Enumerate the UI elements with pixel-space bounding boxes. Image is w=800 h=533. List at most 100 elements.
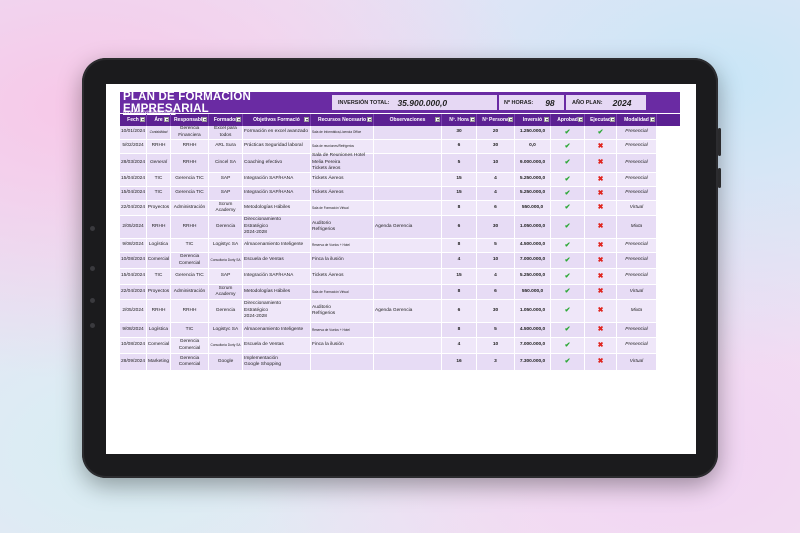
- cell-objetivos[interactable]: Metodologías Hábiles: [243, 285, 311, 300]
- cell-modalidad[interactable]: Presencial: [617, 323, 657, 338]
- cell-horas[interactable]: 6: [442, 300, 477, 323]
- filter-dropdown-icon[interactable]: [140, 117, 145, 122]
- cell-area[interactable]: RRHH: [147, 300, 171, 323]
- cell-ejecutado[interactable]: ✖: [585, 323, 617, 338]
- cell-objetivos[interactable]: Direccionamiento Estratégico 2024-2028: [243, 300, 311, 323]
- filter-dropdown-icon[interactable]: [650, 117, 655, 122]
- cell-aprobado[interactable]: ✔: [551, 285, 585, 300]
- cell-objetivos[interactable]: Integración SAP/HANA: [243, 269, 311, 285]
- cell-formador[interactable]: SAP: [209, 269, 243, 285]
- cell-responsable[interactable]: Gerencia Comercial: [171, 338, 209, 354]
- cell-responsable[interactable]: Gerencia TIC: [171, 269, 209, 285]
- cell-horas[interactable]: 16: [442, 354, 477, 371]
- cell-personas[interactable]: 20: [477, 126, 515, 140]
- cell-fecha[interactable]: 9/08/2024: [120, 323, 147, 338]
- filter-dropdown-icon[interactable]: [164, 117, 169, 122]
- cell-observaciones[interactable]: [374, 253, 442, 269]
- cell-ejecutado[interactable]: ✖: [585, 154, 617, 173]
- table-row[interactable]: 28/09/2024 Marketing Gerencia Comercial Goo…: [120, 354, 680, 371]
- cell-horas[interactable]: 30: [442, 126, 477, 140]
- cell-recursos[interactable]: Reserva de Vuelos + Hotel: [311, 239, 374, 253]
- cell-aprobado[interactable]: ✔: [551, 187, 585, 201]
- cell-modalidad[interactable]: Mixta: [617, 216, 657, 239]
- cell-recursos[interactable]: Sala de reuniones/Refrigerios: [311, 140, 374, 154]
- cell-observaciones[interactable]: [374, 126, 442, 140]
- cell-area[interactable]: RRHH: [147, 140, 171, 154]
- cell-personas[interactable]: 5: [477, 323, 515, 338]
- cell-ejecutado[interactable]: ✖: [585, 201, 617, 216]
- cell-recursos[interactable]: Auditorio Refrigerios: [311, 216, 374, 239]
- filter-dropdown-icon[interactable]: [367, 117, 372, 122]
- cell-objetivos[interactable]: Coaching efectivo: [243, 154, 311, 173]
- table-row[interactable]: 9/08/2024 Logística TIC Logistyc SA Almacena…: [120, 239, 680, 253]
- cell-personas[interactable]: 6: [477, 201, 515, 216]
- cell-inversion[interactable]: 4.500.000,0: [515, 239, 551, 253]
- cell-inversion[interactable]: 4.500.000,0: [515, 323, 551, 338]
- cell-formador[interactable]: Excel para todos: [209, 126, 243, 140]
- cell-ejecutado[interactable]: ✖: [585, 253, 617, 269]
- cell-area[interactable]: RRHH: [147, 216, 171, 239]
- cell-formador[interactable]: Consultoría Dorty SA: [209, 253, 243, 269]
- cell-responsable[interactable]: Gerencia TIC: [171, 187, 209, 201]
- table-row[interactable]: 15/04/2024 TIC Gerencia TIC SAP Integración …: [120, 269, 680, 285]
- cell-objetivos[interactable]: Direccionamiento Estratégico 2024-2028: [243, 216, 311, 239]
- cell-formador[interactable]: Gerencia: [209, 216, 243, 239]
- cell-fecha[interactable]: 15/04/2024: [120, 269, 147, 285]
- cell-objetivos[interactable]: Escuela de Ventas: [243, 253, 311, 269]
- cell-formador[interactable]: Google: [209, 354, 243, 371]
- cell-objetivos[interactable]: Implementación Google Shopping: [243, 354, 311, 371]
- cell-ejecutado[interactable]: ✖: [585, 354, 617, 371]
- cell-horas[interactable]: 6: [442, 216, 477, 239]
- cell-aprobado[interactable]: ✔: [551, 239, 585, 253]
- cell-ejecutado[interactable]: ✔: [585, 126, 617, 140]
- cell-fecha[interactable]: 10/08/2024: [120, 338, 147, 354]
- table-row[interactable]: 2/05/2024 RRHH RRHH Gerencia Direccionamient…: [120, 300, 680, 323]
- cell-recursos[interactable]: Sala de Formación Virtual: [311, 285, 374, 300]
- cell-inversion[interactable]: 0,0: [515, 140, 551, 154]
- cell-objetivos[interactable]: Integración SAP/HANA: [243, 173, 311, 187]
- cell-horas[interactable]: 15: [442, 187, 477, 201]
- cell-fecha[interactable]: 10/08/2024: [120, 253, 147, 269]
- cell-inversion[interactable]: 7.300.000,0: [515, 354, 551, 371]
- table-row[interactable]: 10/01/2024 Contabilidad Gerencia Financier…: [120, 126, 680, 140]
- filter-dropdown-icon[interactable]: [508, 117, 513, 122]
- cell-recursos[interactable]: Tickets Áereos: [311, 187, 374, 201]
- cell-fecha[interactable]: 9/08/2024: [120, 239, 147, 253]
- cell-inversion[interactable]: 1.050.000,0: [515, 300, 551, 323]
- cell-inversion[interactable]: 1.250.000,0: [515, 126, 551, 140]
- cell-modalidad[interactable]: Virtual: [617, 201, 657, 216]
- cell-modalidad[interactable]: Presencial: [617, 253, 657, 269]
- cell-personas[interactable]: 30: [477, 300, 515, 323]
- filter-dropdown-icon[interactable]: [544, 117, 549, 122]
- cell-area[interactable]: Proyectos: [147, 285, 171, 300]
- cell-ejecutado[interactable]: ✖: [585, 187, 617, 201]
- cell-responsable[interactable]: TIC: [171, 323, 209, 338]
- cell-ejecutado[interactable]: ✖: [585, 338, 617, 354]
- cell-formador[interactable]: ARL Sura: [209, 140, 243, 154]
- cell-inversion[interactable]: 550.000,0: [515, 285, 551, 300]
- filter-dropdown-icon[interactable]: [610, 117, 615, 122]
- cell-personas[interactable]: 10: [477, 154, 515, 173]
- cell-area[interactable]: TIC: [147, 173, 171, 187]
- cell-ejecutado[interactable]: ✖: [585, 300, 617, 323]
- cell-ejecutado[interactable]: ✖: [585, 216, 617, 239]
- cell-modalidad[interactable]: Presencial: [617, 140, 657, 154]
- cell-fecha[interactable]: 15/04/2024: [120, 187, 147, 201]
- table-row[interactable]: 5/02/2024 RRHH RRHH ARL Sura Prácticas Segur…: [120, 140, 680, 154]
- cell-area[interactable]: Logística: [147, 323, 171, 338]
- cell-inversion[interactable]: 9.000.000,0: [515, 154, 551, 173]
- cell-recursos[interactable]: Tickets Áereos: [311, 173, 374, 187]
- cell-formador[interactable]: SAP: [209, 187, 243, 201]
- cell-observaciones[interactable]: [374, 354, 442, 371]
- cell-observaciones[interactable]: [374, 154, 442, 173]
- cell-horas[interactable]: 5: [442, 154, 477, 173]
- cell-formador[interactable]: Gerencia: [209, 300, 243, 323]
- cell-recursos[interactable]: Sala de Formación Virtual: [311, 201, 374, 216]
- cell-modalidad[interactable]: Virtual: [617, 354, 657, 371]
- cell-fecha[interactable]: 28/03/2024: [120, 154, 147, 173]
- cell-inversion[interactable]: 5.250.000,0: [515, 187, 551, 201]
- cell-inversion[interactable]: 7.000.000,0: [515, 338, 551, 354]
- cell-personas[interactable]: 10: [477, 338, 515, 354]
- cell-recursos[interactable]: Finca la ilusión: [311, 338, 374, 354]
- cell-horas[interactable]: 15: [442, 173, 477, 187]
